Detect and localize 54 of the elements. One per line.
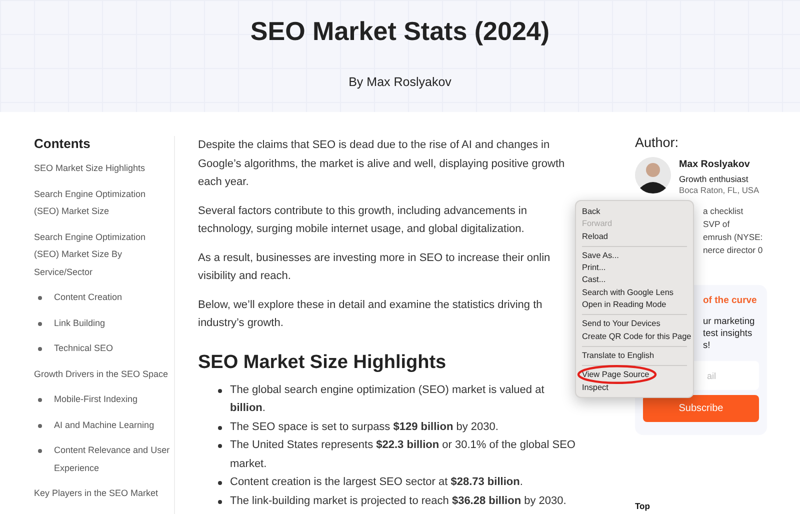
author-heading: Author: <box>635 135 680 151</box>
paragraph: Several factors contribute to this growth, including advancements in technology, surging mobile internet usage, and global digitalization. <box>198 204 527 237</box>
newsletter-heading: of the curve <box>703 295 758 307</box>
top-link[interactable]: Top <box>635 501 767 512</box>
page-title: SEO Market Stats (2024) <box>249 15 551 48</box>
author-role: Growth enthusiast <box>679 174 750 185</box>
newsletter-text: ur marketing test insights s! <box>703 315 756 351</box>
toc-link[interactable]: SEO Market Size Highlights <box>34 160 170 178</box>
bullet-icon <box>38 424 42 428</box>
menu-item[interactable]: Send to Your Devices <box>576 318 693 331</box>
bullet-item: The United States represents $22.3 billion or 30.1% of the global SEO market. <box>230 438 576 472</box>
author-byline: By Max Roslyakov <box>348 74 452 91</box>
menu-item[interactable]: Cast... <box>576 274 693 287</box>
toc-link[interactable]: Search Engine Optimization (SEO) Market Size <box>34 186 170 220</box>
toc-link[interactable]: Technical SEO <box>54 340 114 358</box>
menu-item[interactable]: Print... <box>576 262 693 274</box>
menu-item[interactable]: Save As... <box>576 250 693 262</box>
menu-item[interactable]: Search with Google Lens <box>576 286 693 300</box>
menu-item[interactable]: Reload <box>576 230 693 243</box>
bullet-icon <box>38 398 42 402</box>
paragraph: Despite the claims that SEO is dead due to the rise of AI and changes in Google’s algorithms, the market is alive and well, displaying positive growth each year. <box>198 138 565 190</box>
toc-link[interactable]: Growth Drivers in the SEO Space <box>34 366 170 383</box>
menu-item[interactable]: Translate to English <box>576 350 693 362</box>
author-bio: a checklist SVP of emrush (NYSE: nerce director 0 <box>703 205 763 257</box>
paragraph: As a result, businesses are investing more in SEO to increase their onlin visibility and reach. <box>198 250 550 284</box>
toc-link[interactable]: Content Creation <box>54 289 122 306</box>
toc-link[interactable]: Content Relevance and User Experience <box>54 442 170 477</box>
bullet-icon <box>218 444 222 448</box>
bullet-icon <box>38 322 42 326</box>
bullet-icon <box>38 449 42 453</box>
menu-item[interactable]: Create QR Code for this Page <box>576 330 693 343</box>
author-name: Max Roslyakov <box>679 159 751 171</box>
bullet-icon <box>218 388 222 392</box>
avatar <box>635 156 671 194</box>
bullet-icon <box>38 296 42 300</box>
bullet-icon <box>38 347 42 351</box>
bullet-icon <box>218 481 222 486</box>
toc-link[interactable]: Key Players in the SEO Market <box>34 485 170 502</box>
bullet-item: Content creation is the largest SEO sector at $28.73 billion. <box>230 475 523 490</box>
toc-heading: Contents <box>34 136 92 152</box>
bullet-item: The SEO space is set to surpass $129 billion by 2030. <box>230 420 498 435</box>
menu-item[interactable]: Open in Reading Mode <box>576 299 693 312</box>
toc-link[interactable]: Link Building <box>54 314 106 332</box>
bullet-item: The link-building market is projected to reach $36.28 billion by 2030. <box>230 494 566 510</box>
menu-item[interactable]: Back <box>576 206 693 218</box>
section-heading: SEO Market Size Highlights <box>198 350 446 374</box>
toc-link[interactable]: AI and Machine Learning <box>54 416 154 434</box>
paragraph: Below, we’ll explore these in detail and examine the statistics driving th industry’s growth. <box>198 298 542 331</box>
toc-link[interactable]: Mobile-First Indexing <box>54 391 138 408</box>
bullet-icon <box>218 500 222 504</box>
bullet-item: The global search engine optimization (SEO) market is valued at billion. <box>230 382 544 416</box>
bullet-icon <box>218 426 222 430</box>
toc-link[interactable]: Search Engine Optimization (SEO) Market Size By Service/Sector <box>34 228 170 281</box>
author-location: Boca Raton, FL, USA <box>679 185 760 195</box>
